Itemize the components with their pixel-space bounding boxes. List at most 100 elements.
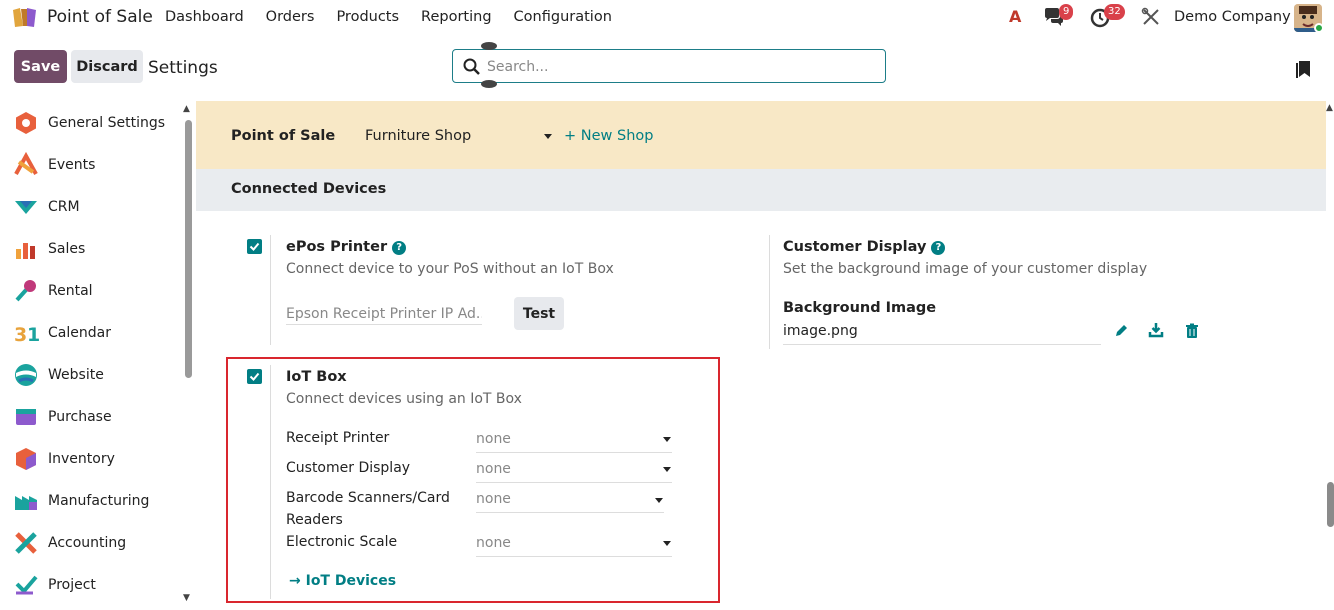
iot-box-checkbox[interactable] (247, 369, 262, 384)
calendar-icon: 3 1 (14, 324, 39, 346)
sidebar-item-accounting[interactable]: Accounting (0, 522, 180, 564)
help-icon[interactable]: ? (931, 241, 946, 255)
sidebar-item-events[interactable]: Events (0, 144, 180, 186)
menu-orders[interactable]: Orders (266, 9, 315, 25)
inventory-icon (16, 448, 36, 470)
electronic-scale-select[interactable]: none (476, 535, 672, 557)
sidebar-item-project[interactable]: Project (0, 564, 180, 606)
website-icon (15, 364, 37, 386)
sidebar-item-manufacturing[interactable]: Manufacturing (0, 480, 180, 522)
search-resize-handle-bottom (481, 80, 497, 88)
epos-printer-checkbox[interactable] (247, 239, 262, 254)
chevron-down-icon[interactable] (655, 498, 663, 503)
sidebar-item-label: Sales (48, 241, 86, 257)
chevron-down-icon[interactable] (544, 134, 552, 139)
save-button[interactable]: Save (14, 50, 67, 83)
edit-pencil-icon[interactable] (1113, 323, 1129, 339)
customer-display-iot-label: Customer Display (286, 460, 411, 476)
sidebar-scroll-down-arrow[interactable]: ▼ (183, 593, 190, 603)
sidebar-item-label: Manufacturing (48, 493, 150, 509)
barcode-scanners-label-line2: Readers (286, 512, 343, 528)
search-bar[interactable] (452, 42, 886, 88)
search-resize-handle-top (481, 42, 497, 50)
divider (769, 235, 770, 349)
company-switcher[interactable]: Demo Company (1174, 9, 1291, 25)
pos-shop-band: Point of Sale Furniture Shop + New Shop (196, 101, 1326, 169)
general-settings-icon (16, 112, 36, 134)
sidebar-item-label: Project (48, 577, 96, 593)
accounting-icon (15, 532, 37, 554)
background-image-label: Background Image (783, 300, 937, 316)
checkmark-icon (249, 372, 260, 381)
page-title: Settings (148, 58, 218, 78)
test-button[interactable]: Test (514, 297, 564, 330)
customer-display-title: Customer Display? (783, 239, 946, 255)
svg-text:3: 3 (14, 324, 27, 346)
divider (270, 235, 271, 345)
search-icon[interactable] (463, 58, 481, 76)
bookmark-icon[interactable] (1296, 59, 1312, 79)
top-navbar: Point of Sale Dashboard Orders Products … (0, 0, 1334, 36)
electronic-scale-label: Electronic Scale (286, 534, 398, 550)
chevron-down-icon[interactable] (663, 437, 671, 442)
download-icon[interactable] (1148, 322, 1164, 338)
help-icon[interactable]: ? (392, 241, 407, 255)
sidebar-item-label: Website (48, 367, 104, 383)
discard-button[interactable]: Discard (71, 50, 143, 83)
sidebar-item-label: Calendar (48, 325, 111, 341)
app-name[interactable]: Point of Sale (47, 7, 153, 27)
menu-dashboard[interactable]: Dashboard (165, 9, 244, 25)
sales-icon (16, 243, 35, 259)
sidebar-scroll-up-arrow[interactable]: ▲ (183, 104, 190, 114)
main-scrollbar-thumb[interactable] (1327, 482, 1334, 527)
shop-select[interactable]: Furniture Shop (365, 128, 553, 150)
menu-configuration[interactable]: Configuration (514, 9, 612, 25)
pos-label: Point of Sale (231, 128, 336, 144)
sidebar-item-inventory[interactable]: Inventory (0, 438, 180, 480)
sidebar-item-purchase[interactable]: Purchase (0, 396, 180, 438)
ai-icon[interactable]: A (1009, 7, 1021, 26)
barcode-scanners-select[interactable]: none (476, 491, 664, 513)
chevron-down-icon[interactable] (663, 467, 671, 472)
debug-tools-icon[interactable] (1141, 7, 1161, 27)
trash-icon[interactable] (1184, 323, 1200, 339)
receipt-printer-select[interactable]: none (476, 431, 672, 453)
sidebar-item-crm[interactable]: CRM (0, 186, 180, 228)
main-scroll-up-arrow[interactable]: ▲ (1326, 103, 1333, 113)
connected-devices-heading: Connected Devices (196, 169, 1326, 211)
background-image-field[interactable]: image.png (783, 323, 1101, 345)
sidebar-item-website[interactable]: Website (0, 354, 180, 396)
epos-ip-field[interactable] (286, 303, 482, 325)
search-input[interactable] (487, 56, 867, 78)
barcode-scanners-label: Barcode Scanners/Card (286, 490, 450, 506)
epos-printer-description: Connect device to your PoS without an Io… (286, 261, 614, 277)
sidebar-item-rental[interactable]: Rental (0, 270, 180, 312)
menu-products[interactable]: Products (336, 9, 399, 25)
sidebar-item-label: General Settings (48, 115, 166, 131)
chevron-down-icon[interactable] (663, 541, 671, 546)
divider (270, 365, 271, 599)
sidebar-scrollbar-thumb[interactable] (185, 120, 192, 378)
crm-icon (15, 201, 37, 214)
new-shop-button[interactable]: + New Shop (564, 128, 653, 144)
settings-main: Point of Sale Furniture Shop + New Shop … (196, 101, 1326, 610)
customer-display-select[interactable]: none (476, 461, 672, 483)
epos-printer-title: ePos Printer? (286, 239, 407, 255)
sidebar-item-label: Accounting (48, 535, 127, 551)
purchase-icon (16, 409, 36, 425)
iot-box-title: IoT Box (286, 369, 347, 385)
customer-display-description: Set the background image of your custome… (783, 261, 1148, 277)
sidebar-item-label: Events (48, 157, 96, 173)
sidebar-item-label: Inventory (48, 451, 115, 467)
ai-label: A (1009, 7, 1022, 26)
iot-devices-link[interactable]: → IoT Devices (289, 573, 396, 589)
sidebar-item-sales[interactable]: Sales (0, 228, 180, 270)
app-logo-icon[interactable] (11, 6, 39, 28)
checkmark-icon (249, 242, 260, 251)
sidebar-item-calendar[interactable]: 3 1 Calendar (0, 312, 180, 354)
main-menu: Dashboard Orders Products Reporting Conf… (165, 9, 634, 25)
section-title: Connected Devices (231, 181, 387, 197)
menu-reporting[interactable]: Reporting (421, 9, 492, 25)
sidebar-item-general-settings[interactable]: General Settings (0, 102, 180, 144)
receipt-printer-label: Receipt Printer (286, 430, 390, 446)
